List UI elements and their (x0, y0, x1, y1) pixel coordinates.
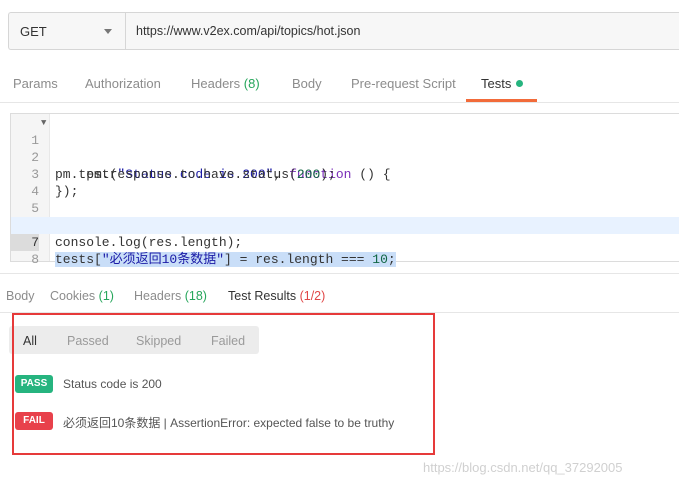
tab-headers[interactable]: Headers (8) (191, 64, 260, 101)
tab-tests[interactable]: Tests (465, 64, 538, 102)
tab-pre-request-script[interactable]: Pre-request Script (351, 64, 456, 101)
line-number: 8 (31, 252, 39, 267)
response-tabs: Body Cookies (1) Headers (18) Test Resul… (0, 273, 679, 313)
tab-label: Pre-request Script (351, 76, 456, 91)
tab-label: Body (292, 76, 322, 91)
tab-params[interactable]: Params (13, 64, 58, 101)
method-select[interactable]: GET (9, 13, 126, 49)
modified-dot-icon (516, 80, 524, 87)
code-line: 5 var res = JSON.parse(responseBody); (11, 183, 679, 233)
tab-test-results[interactable]: Test Results (1/2) (228, 274, 325, 312)
request-tabs: Params Authorization Headers (8) Body Pr… (0, 64, 679, 103)
tab-response-headers[interactable]: Headers (18) (134, 274, 207, 312)
url-input[interactable]: https://www.v2ex.com/api/topics/hot.json (126, 13, 679, 49)
highlight-box (12, 313, 435, 455)
tab-label: Cookies (50, 289, 96, 303)
code-line: 4 (11, 166, 679, 199)
tab-count: (1/2) (299, 289, 326, 303)
code-editor[interactable]: 1 ▼ pm.test("Status code is 200", functi… (10, 113, 679, 267)
code-line: 3 }); (11, 149, 679, 199)
code-line: 6 console.log(res.length); (11, 200, 679, 250)
chevron-down-icon (104, 29, 112, 34)
tab-count: (1) (98, 289, 114, 303)
tab-label: Headers (191, 76, 241, 91)
request-url-bar: GET https://www.v2ex.com/api/topics/hot.… (8, 12, 679, 50)
watermark: https://blog.csdn.net/qq_37292005 (423, 460, 623, 475)
tab-body[interactable]: Body (292, 64, 322, 101)
tab-count: (18) (184, 289, 207, 303)
tab-label: Headers (134, 289, 182, 303)
tab-label: Test Results (228, 289, 297, 303)
code-line-active: 7 tests["必须返回10条数据"] = res.length === 10… (11, 217, 679, 267)
tab-label: Authorization (85, 76, 161, 91)
code-line: 2 pm.response.to.have.status(200); (11, 132, 679, 182)
code-line: 8 (11, 234, 679, 267)
code-line: 1 ▼ pm.test("Status code is 200", functi… (11, 115, 679, 182)
tab-authorization[interactable]: Authorization (85, 64, 161, 101)
tab-label: Params (13, 76, 58, 91)
tab-count: (8) (243, 76, 260, 91)
tab-label: Tests (481, 76, 512, 91)
url-text: https://www.v2ex.com/api/topics/hot.json (136, 24, 361, 38)
tab-response-body[interactable]: Body (6, 274, 35, 312)
tab-cookies[interactable]: Cookies (1) (50, 274, 114, 312)
fold-arrow-icon[interactable]: ▼ (41, 115, 46, 132)
method-label: GET (20, 23, 47, 39)
tab-label: Body (6, 289, 35, 303)
